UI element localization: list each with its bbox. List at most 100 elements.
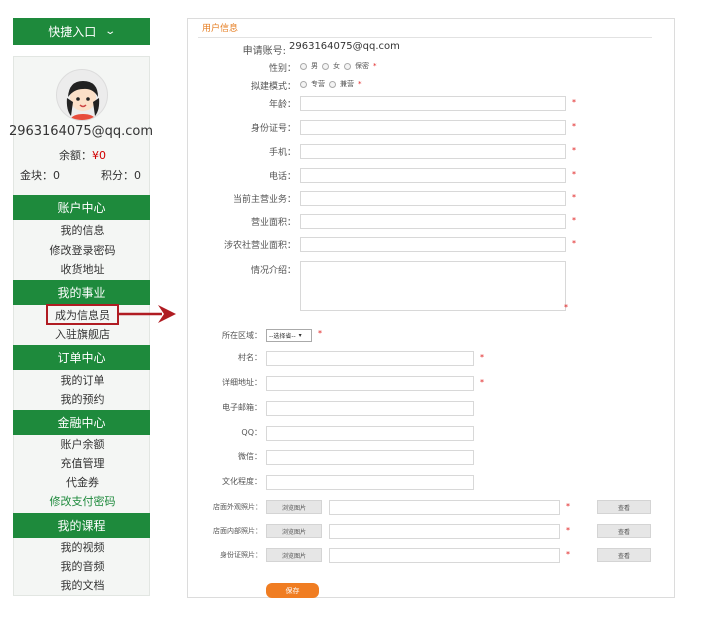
required-mark: * bbox=[358, 80, 362, 88]
sidebar-item-change-password[interactable]: 修改登录密码 bbox=[14, 241, 151, 260]
required-mark: * bbox=[480, 378, 484, 387]
phone-input[interactable] bbox=[300, 168, 566, 183]
required-mark: * bbox=[373, 62, 377, 70]
agri-area-input[interactable] bbox=[300, 237, 566, 252]
mobile-label: 手机： bbox=[268, 148, 296, 158]
phone-label: 电话： bbox=[268, 172, 296, 182]
email-label: 电子邮箱： bbox=[222, 403, 262, 412]
arrow-right-icon bbox=[119, 305, 176, 323]
address-input[interactable] bbox=[266, 376, 474, 391]
area-label: 营业面积： bbox=[250, 218, 296, 228]
required-mark: * bbox=[566, 550, 570, 559]
gender-option-label: 男 bbox=[311, 62, 318, 70]
browse-button[interactable]: 浏览图片 bbox=[266, 524, 322, 538]
photo-inside-path[interactable] bbox=[329, 524, 560, 539]
required-mark: * bbox=[572, 146, 576, 155]
age-input[interactable] bbox=[300, 96, 566, 111]
required-mark: * bbox=[572, 170, 576, 179]
mode-option-label: 兼营 bbox=[340, 80, 354, 88]
gender-label: 性别： bbox=[268, 64, 296, 74]
sidebar-item-account-balance[interactable]: 账户余额 bbox=[14, 435, 151, 454]
section-account[interactable]: 账户中心 bbox=[13, 195, 150, 220]
browse-button[interactable]: 浏览图片 bbox=[266, 500, 322, 514]
gender-option-label: 女 bbox=[333, 62, 340, 70]
gender-options: 男 女 保密 * bbox=[300, 61, 377, 71]
user-email: 2963164075@qq.com bbox=[8, 124, 154, 139]
mobile-input[interactable] bbox=[300, 144, 566, 159]
sidebar-item-address[interactable]: 收货地址 bbox=[14, 260, 151, 279]
wechat-label: 微信： bbox=[238, 452, 262, 461]
village-input[interactable] bbox=[266, 351, 474, 366]
highlight-box bbox=[46, 304, 119, 325]
divider bbox=[198, 37, 652, 38]
section-finance[interactable]: 金融中心 bbox=[13, 410, 150, 435]
balance-value: ¥0 bbox=[92, 149, 106, 162]
sidebar-item-my-appointments[interactable]: 我的预约 bbox=[14, 390, 151, 409]
section-orders[interactable]: 订单中心 bbox=[13, 345, 150, 370]
required-mark: * bbox=[480, 353, 484, 362]
required-mark: * bbox=[572, 239, 576, 248]
village-label: 村名： bbox=[238, 353, 262, 362]
id-card-input[interactable] bbox=[300, 120, 566, 135]
sidebar-item-my-audio[interactable]: 我的音频 bbox=[14, 557, 151, 576]
address-label: 详细地址： bbox=[222, 378, 262, 387]
view-button[interactable]: 查看 bbox=[597, 500, 651, 514]
save-button[interactable]: 保存 bbox=[266, 583, 319, 598]
gender-radio-male[interactable] bbox=[300, 62, 307, 70]
photo-outside-path[interactable] bbox=[329, 500, 560, 515]
quick-entry-label: 快捷入口 bbox=[48, 25, 97, 39]
points: 积分：0 bbox=[101, 169, 141, 182]
agri-area-label: 涉农社营业面积： bbox=[223, 241, 296, 251]
region-label: 所在区域： bbox=[222, 331, 262, 340]
required-mark: * bbox=[566, 502, 570, 511]
main-business-input[interactable] bbox=[300, 191, 566, 206]
area-input[interactable] bbox=[300, 214, 566, 229]
intro-label: 情况介绍： bbox=[250, 266, 296, 276]
sidebar-item-recharge[interactable]: 充值管理 bbox=[14, 454, 151, 473]
intro-textarea[interactable] bbox=[300, 261, 566, 311]
chevron-down-icon: ⌄ bbox=[104, 26, 117, 37]
mode-radio-exclusive[interactable] bbox=[300, 80, 307, 88]
sidebar-item-my-orders[interactable]: 我的订单 bbox=[14, 371, 151, 390]
panel-title: 用户信息 bbox=[202, 24, 239, 34]
qq-input[interactable] bbox=[266, 426, 474, 441]
mode-label: 拟建模式： bbox=[250, 82, 296, 92]
balance: 余额：¥0 bbox=[14, 147, 151, 163]
sidebar-item-flagship-store[interactable]: 入驻旗舰店 bbox=[14, 325, 151, 344]
photo-id-label: 身份证照片： bbox=[220, 551, 262, 559]
coins: 金块：0 bbox=[20, 169, 60, 182]
sidebar-item-my-videos[interactable]: 我的视频 bbox=[14, 538, 151, 557]
account-value: 2963164075@qq.com bbox=[289, 41, 400, 52]
required-mark: * bbox=[566, 526, 570, 535]
mode-options: 专营 兼营 * bbox=[300, 79, 362, 89]
education-label: 文化程度： bbox=[222, 477, 262, 486]
gender-radio-female[interactable] bbox=[322, 62, 329, 70]
sidebar-item-my-docs[interactable]: 我的文档 bbox=[14, 576, 151, 595]
browse-button[interactable]: 浏览图片 bbox=[266, 548, 322, 562]
required-mark: * bbox=[572, 193, 576, 202]
gender-radio-secret[interactable] bbox=[344, 62, 351, 70]
wechat-input[interactable] bbox=[266, 450, 474, 465]
view-button[interactable]: 查看 bbox=[597, 548, 651, 562]
view-button[interactable]: 查看 bbox=[597, 524, 651, 538]
sidebar-item-voucher[interactable]: 代金券 bbox=[14, 473, 151, 492]
id-card-label: 身份证号： bbox=[250, 124, 296, 134]
avatar bbox=[56, 69, 108, 121]
account-label: 申请账号: bbox=[242, 46, 286, 57]
email-input[interactable] bbox=[266, 401, 474, 416]
quick-entry-button[interactable]: 快捷入口 ⌄ bbox=[13, 18, 150, 45]
sidebar: 2963164075@qq.com 余额：¥0 金块：0 积分：0 账户中心 我… bbox=[9, 56, 153, 596]
mode-radio-parttime[interactable] bbox=[329, 80, 336, 88]
caret-down-icon: ▾ bbox=[298, 332, 302, 339]
sidebar-item-my-info[interactable]: 我的信息 bbox=[14, 221, 151, 240]
photo-id-path[interactable] bbox=[329, 548, 560, 563]
balance-label: 余额： bbox=[59, 149, 92, 162]
sidebar-item-pay-password[interactable]: 修改支付密码 bbox=[14, 492, 151, 511]
age-label: 年龄： bbox=[268, 100, 296, 110]
region-select-value: --选择省-- bbox=[269, 333, 296, 340]
section-courses[interactable]: 我的课程 bbox=[13, 513, 150, 538]
region-select[interactable]: --选择省-- ▾ bbox=[266, 329, 312, 342]
photo-outside-label: 店面外观照片： bbox=[213, 503, 262, 511]
qq-label: QQ： bbox=[241, 428, 262, 437]
education-input[interactable] bbox=[266, 475, 474, 490]
